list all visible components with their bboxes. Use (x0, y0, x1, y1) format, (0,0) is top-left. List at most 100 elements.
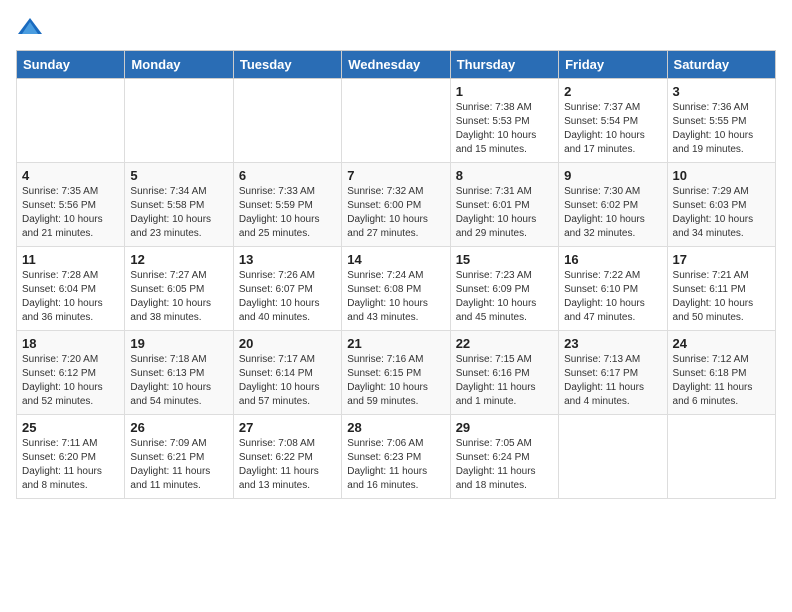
calendar-week-row: 25 Sunrise: 7:11 AM Sunset: 6:20 PM Dayli… (17, 415, 776, 499)
day-number: 18 (22, 336, 119, 351)
page-header (16, 16, 776, 38)
calendar-cell (125, 79, 233, 163)
day-number: 13 (239, 252, 336, 267)
calendar-cell: 3 Sunrise: 7:36 AM Sunset: 5:55 PM Daylig… (667, 79, 775, 163)
day-number: 9 (564, 168, 661, 183)
weekday-header-friday: Friday (559, 51, 667, 79)
day-content: Sunrise: 7:24 AM Sunset: 6:08 PM Dayligh… (347, 269, 444, 325)
day-content: Sunrise: 7:12 AM Sunset: 6:18 PM Dayligh… (673, 353, 770, 409)
day-number: 19 (130, 336, 227, 351)
weekday-header-saturday: Saturday (667, 51, 775, 79)
calendar-cell: 7 Sunrise: 7:32 AM Sunset: 6:00 PM Daylig… (342, 163, 450, 247)
day-number: 11 (22, 252, 119, 267)
calendar-cell: 22 Sunrise: 7:15 AM Sunset: 6:16 PM Dayli… (450, 331, 558, 415)
day-number: 23 (564, 336, 661, 351)
weekday-header-wednesday: Wednesday (342, 51, 450, 79)
day-number: 7 (347, 168, 444, 183)
day-content: Sunrise: 7:21 AM Sunset: 6:11 PM Dayligh… (673, 269, 770, 325)
day-number: 21 (347, 336, 444, 351)
calendar-cell: 5 Sunrise: 7:34 AM Sunset: 5:58 PM Daylig… (125, 163, 233, 247)
day-number: 16 (564, 252, 661, 267)
day-content: Sunrise: 7:37 AM Sunset: 5:54 PM Dayligh… (564, 101, 661, 157)
calendar-cell: 24 Sunrise: 7:12 AM Sunset: 6:18 PM Dayli… (667, 331, 775, 415)
calendar-cell: 1Sunrise: 7:38 AM Sunset: 5:53 PM Daylig… (450, 79, 558, 163)
day-content: Sunrise: 7:17 AM Sunset: 6:14 PM Dayligh… (239, 353, 336, 409)
day-number: 2 (564, 84, 661, 99)
calendar-cell: 23 Sunrise: 7:13 AM Sunset: 6:17 PM Dayli… (559, 331, 667, 415)
logo-icon (16, 16, 44, 38)
calendar-table: SundayMondayTuesdayWednesdayThursdayFrid… (16, 50, 776, 499)
day-content: Sunrise: 7:15 AM Sunset: 6:16 PM Dayligh… (456, 353, 553, 409)
day-number: 5 (130, 168, 227, 183)
day-number: 22 (456, 336, 553, 351)
calendar-week-row: 11 Sunrise: 7:28 AM Sunset: 6:04 PM Dayli… (17, 247, 776, 331)
day-content: Sunrise: 7:08 AM Sunset: 6:22 PM Dayligh… (239, 437, 336, 493)
day-content: Sunrise: 7:11 AM Sunset: 6:20 PM Dayligh… (22, 437, 119, 493)
calendar-cell: 27 Sunrise: 7:08 AM Sunset: 6:22 PM Dayli… (233, 415, 341, 499)
calendar-cell: 4Sunrise: 7:35 AM Sunset: 5:56 PM Daylig… (17, 163, 125, 247)
calendar-cell: 26Sunrise: 7:09 AM Sunset: 6:21 PM Dayli… (125, 415, 233, 499)
calendar-cell: 2 Sunrise: 7:37 AM Sunset: 5:54 PM Daylig… (559, 79, 667, 163)
calendar-cell: 10 Sunrise: 7:29 AM Sunset: 6:03 PM Dayli… (667, 163, 775, 247)
day-number: 12 (130, 252, 227, 267)
day-number: 15 (456, 252, 553, 267)
calendar-cell (342, 79, 450, 163)
day-number: 10 (673, 168, 770, 183)
calendar-cell: 28 Sunrise: 7:06 AM Sunset: 6:23 PM Dayli… (342, 415, 450, 499)
day-content: Sunrise: 7:22 AM Sunset: 6:10 PM Dayligh… (564, 269, 661, 325)
calendar-cell (233, 79, 341, 163)
day-content: Sunrise: 7:27 AM Sunset: 6:05 PM Dayligh… (130, 269, 227, 325)
day-number: 1 (456, 84, 553, 99)
calendar-cell: 13 Sunrise: 7:26 AM Sunset: 6:07 PM Dayli… (233, 247, 341, 331)
day-content: Sunrise: 7:30 AM Sunset: 6:02 PM Dayligh… (564, 185, 661, 241)
day-content: Sunrise: 7:32 AM Sunset: 6:00 PM Dayligh… (347, 185, 444, 241)
calendar-cell: 9 Sunrise: 7:30 AM Sunset: 6:02 PM Daylig… (559, 163, 667, 247)
logo (16, 16, 48, 38)
day-content: Sunrise: 7:33 AM Sunset: 5:59 PM Dayligh… (239, 185, 336, 241)
weekday-header-tuesday: Tuesday (233, 51, 341, 79)
calendar-cell (17, 79, 125, 163)
day-number: 24 (673, 336, 770, 351)
day-number: 3 (673, 84, 770, 99)
weekday-header-sunday: Sunday (17, 51, 125, 79)
day-number: 26 (130, 420, 227, 435)
day-number: 20 (239, 336, 336, 351)
calendar-cell: 12 Sunrise: 7:27 AM Sunset: 6:05 PM Dayli… (125, 247, 233, 331)
day-number: 17 (673, 252, 770, 267)
calendar-cell: 20 Sunrise: 7:17 AM Sunset: 6:14 PM Dayli… (233, 331, 341, 415)
day-content: Sunrise: 7:20 AM Sunset: 6:12 PM Dayligh… (22, 353, 119, 409)
weekday-header-thursday: Thursday (450, 51, 558, 79)
calendar-cell: 29 Sunrise: 7:05 AM Sunset: 6:24 PM Dayli… (450, 415, 558, 499)
day-content: Sunrise: 7:18 AM Sunset: 6:13 PM Dayligh… (130, 353, 227, 409)
calendar-week-row: 4Sunrise: 7:35 AM Sunset: 5:56 PM Daylig… (17, 163, 776, 247)
day-content: Sunrise: 7:06 AM Sunset: 6:23 PM Dayligh… (347, 437, 444, 493)
day-number: 4 (22, 168, 119, 183)
day-number: 29 (456, 420, 553, 435)
day-content: Sunrise: 7:29 AM Sunset: 6:03 PM Dayligh… (673, 185, 770, 241)
day-number: 25 (22, 420, 119, 435)
calendar-week-row: 1Sunrise: 7:38 AM Sunset: 5:53 PM Daylig… (17, 79, 776, 163)
calendar-cell: 25 Sunrise: 7:11 AM Sunset: 6:20 PM Dayli… (17, 415, 125, 499)
day-content: Sunrise: 7:28 AM Sunset: 6:04 PM Dayligh… (22, 269, 119, 325)
day-content: Sunrise: 7:23 AM Sunset: 6:09 PM Dayligh… (456, 269, 553, 325)
calendar-week-row: 18 Sunrise: 7:20 AM Sunset: 6:12 PM Dayli… (17, 331, 776, 415)
calendar-cell: 14 Sunrise: 7:24 AM Sunset: 6:08 PM Dayli… (342, 247, 450, 331)
day-content: Sunrise: 7:26 AM Sunset: 6:07 PM Dayligh… (239, 269, 336, 325)
day-number: 8 (456, 168, 553, 183)
calendar-cell: 17 Sunrise: 7:21 AM Sunset: 6:11 PM Dayli… (667, 247, 775, 331)
day-number: 14 (347, 252, 444, 267)
day-content: Sunrise: 7:13 AM Sunset: 6:17 PM Dayligh… (564, 353, 661, 409)
calendar-cell: 6 Sunrise: 7:33 AM Sunset: 5:59 PM Daylig… (233, 163, 341, 247)
day-number: 27 (239, 420, 336, 435)
day-content: Sunrise: 7:34 AM Sunset: 5:58 PM Dayligh… (130, 185, 227, 241)
day-number: 28 (347, 420, 444, 435)
day-number: 6 (239, 168, 336, 183)
day-content: Sunrise: 7:05 AM Sunset: 6:24 PM Dayligh… (456, 437, 553, 493)
calendar-cell: 19 Sunrise: 7:18 AM Sunset: 6:13 PM Dayli… (125, 331, 233, 415)
day-content: Sunrise: 7:36 AM Sunset: 5:55 PM Dayligh… (673, 101, 770, 157)
day-content: Sunrise: 7:16 AM Sunset: 6:15 PM Dayligh… (347, 353, 444, 409)
weekday-header-row: SundayMondayTuesdayWednesdayThursdayFrid… (17, 51, 776, 79)
calendar-cell: 8 Sunrise: 7:31 AM Sunset: 6:01 PM Daylig… (450, 163, 558, 247)
day-content: Sunrise: 7:31 AM Sunset: 6:01 PM Dayligh… (456, 185, 553, 241)
calendar-cell: 15 Sunrise: 7:23 AM Sunset: 6:09 PM Dayli… (450, 247, 558, 331)
